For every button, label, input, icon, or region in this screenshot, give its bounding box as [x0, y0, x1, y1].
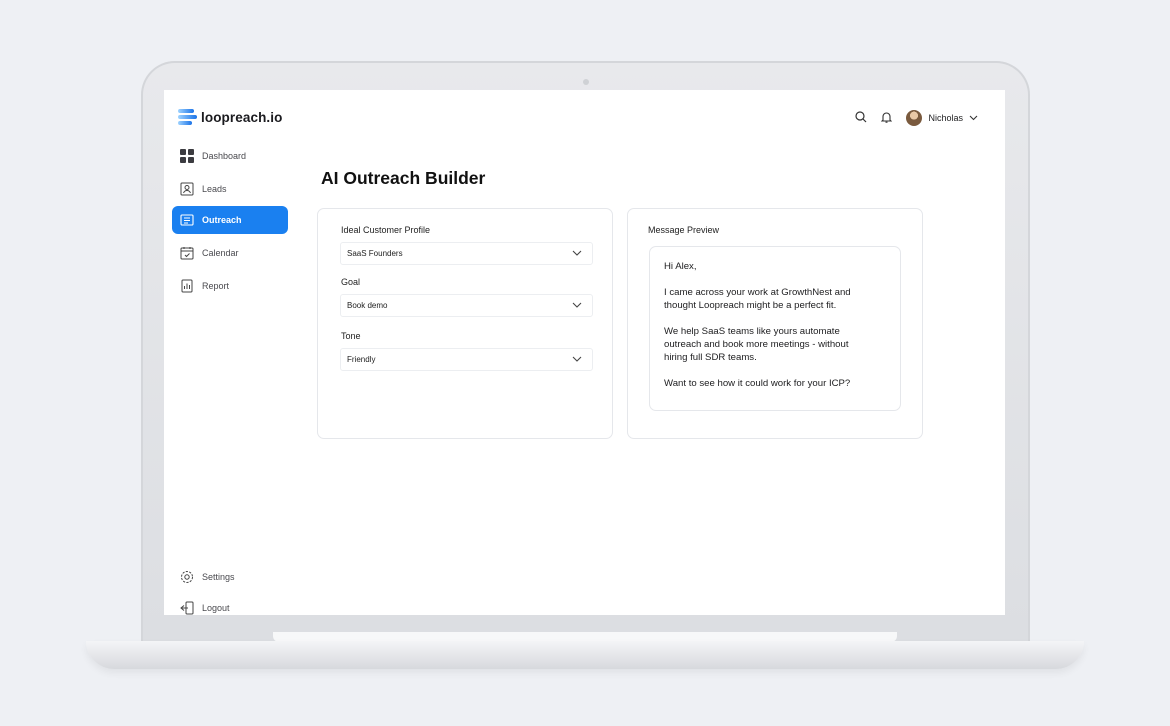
- report-icon: [180, 279, 194, 293]
- sidebar-item-label: Dashboard: [202, 151, 247, 161]
- sidebar-item-label: Calendar: [202, 248, 239, 258]
- message-paragraph: I came across your work at GrowthNest an…: [664, 287, 851, 311]
- tone-value: Friendly: [347, 355, 376, 364]
- icp-value: SaaS Founders: [347, 249, 403, 258]
- sidebar-item-label: Report: [202, 281, 230, 291]
- chevron-down-icon: [572, 249, 582, 258]
- avatar: [906, 110, 923, 126]
- tone-label: Tone: [341, 331, 361, 341]
- logo-mark-icon: [178, 109, 197, 125]
- user-name: Nicholas: [928, 113, 963, 123]
- icp-label: Ideal Customer Profile: [341, 225, 431, 235]
- search-icon[interactable]: [855, 111, 867, 125]
- gear-icon: [180, 570, 194, 584]
- bell-icon[interactable]: [881, 111, 893, 125]
- message-preview-card: Message Preview Hi Alex, I came across y…: [627, 208, 923, 439]
- dashboard-icon: [180, 149, 194, 163]
- chevron-down-icon: [572, 301, 582, 310]
- sidebar-item-logout[interactable]: Logout: [172, 594, 288, 615]
- chevron-down-icon: [969, 113, 978, 123]
- icp-select[interactable]: SaaS Founders: [340, 242, 593, 265]
- message-preview-box[interactable]: Hi Alex, I came across your work at Grow…: [649, 246, 901, 411]
- sidebar-item-leads[interactable]: Leads: [172, 175, 288, 203]
- calendar-icon: [180, 246, 194, 260]
- sidebar-item-calendar[interactable]: Calendar: [172, 239, 288, 267]
- chevron-down-icon: [572, 355, 582, 364]
- sidebar-item-dashboard[interactable]: Dashboard: [172, 142, 288, 170]
- preview-label: Message Preview: [648, 225, 720, 235]
- goal-value: Book demo: [347, 301, 388, 310]
- outreach-form-card: Ideal Customer Profile SaaS Founders Goa…: [317, 208, 613, 439]
- laptop-base: [86, 641, 1084, 669]
- goal-label: Goal: [341, 277, 361, 287]
- sidebar-item-label: Settings: [202, 572, 235, 582]
- tone-select[interactable]: Friendly: [340, 348, 593, 371]
- message-paragraph: Hi Alex,: [664, 261, 697, 272]
- sidebar-item-report[interactable]: Report: [172, 272, 288, 300]
- logout-icon: [180, 601, 194, 615]
- sidebar-item-label: Logout: [202, 603, 230, 613]
- outreach-icon: [180, 213, 194, 227]
- brand-logo[interactable]: loopreach.io: [178, 109, 282, 125]
- brand-name: loopreach.io: [201, 109, 283, 125]
- camera-icon: [583, 79, 589, 85]
- top-bar: Nicholas: [855, 110, 978, 126]
- message-paragraph: We help SaaS teams like yours automate o…: [664, 326, 849, 363]
- message-paragraph: Want to see how it could work for your I…: [664, 378, 851, 389]
- goal-select[interactable]: Book demo: [340, 294, 593, 317]
- sidebar-item-outreach[interactable]: Outreach: [172, 206, 288, 234]
- sidebar-item-label: Leads: [202, 184, 227, 194]
- user-menu[interactable]: Nicholas: [906, 110, 978, 126]
- sidebar-item-settings[interactable]: Settings: [172, 563, 288, 591]
- page-title: AI Outreach Builder: [321, 168, 486, 188]
- app-screen: loopreach.io Dashboard Leads Outreach Ca…: [164, 90, 1005, 615]
- sidebar-item-label: Outreach: [202, 215, 242, 225]
- leads-icon: [180, 182, 194, 196]
